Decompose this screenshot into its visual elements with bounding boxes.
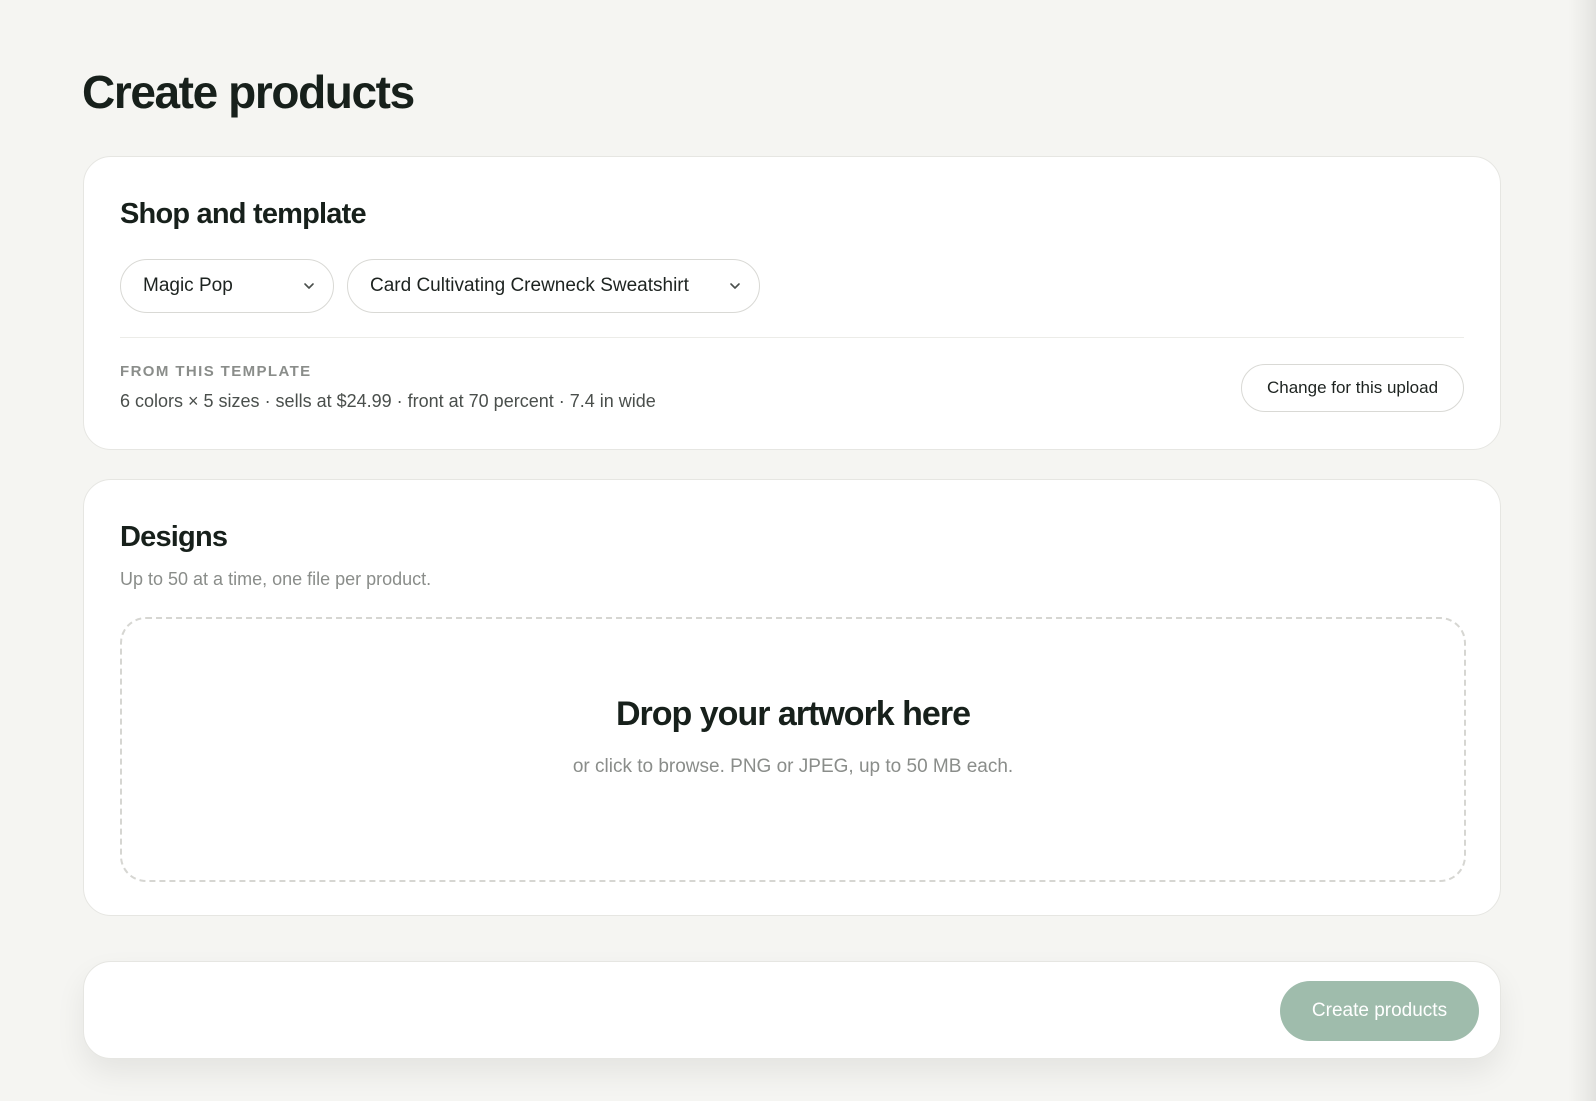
template-select[interactable]: Card Cultivating Crewneck Sweatshirt <box>347 259 760 313</box>
template-select-value: Card Cultivating Crewneck Sweatshirt <box>370 275 689 296</box>
designs-card: Designs Up to 50 at a time, one file per… <box>83 479 1501 916</box>
section-divider <box>120 337 1464 338</box>
dropzone-title: Drop your artwork here <box>616 695 971 733</box>
artwork-dropzone[interactable]: Drop your artwork here or click to brows… <box>120 617 1466 882</box>
chevron-down-icon <box>730 283 740 289</box>
shop-select-value: Magic Pop <box>143 275 233 296</box>
designs-title: Designs <box>120 521 228 553</box>
change-for-upload-button[interactable]: Change for this upload <box>1241 364 1464 412</box>
page-title: Create products <box>82 66 415 118</box>
dropzone-subtitle: or click to browse. PNG or JPEG, up to 5… <box>572 756 1014 777</box>
panel-edge-shadow <box>1568 0 1596 1101</box>
chevron-down-icon <box>304 283 314 289</box>
template-label: FROM THIS TEMPLATE <box>120 363 312 380</box>
shop-and-template-card: Shop and template Magic Pop Card Cultiva… <box>83 156 1501 450</box>
template-summary: 6 colors × 5 sizes · sells at $24.99 · f… <box>120 391 656 411</box>
action-bar: Create products <box>83 961 1501 1059</box>
shop-select[interactable]: Magic Pop <box>120 259 334 313</box>
shop-and-template-title: Shop and template <box>120 198 367 230</box>
designs-subtitle: Up to 50 at a time, one file per product… <box>120 569 432 589</box>
create-products-button[interactable]: Create products <box>1280 981 1479 1041</box>
